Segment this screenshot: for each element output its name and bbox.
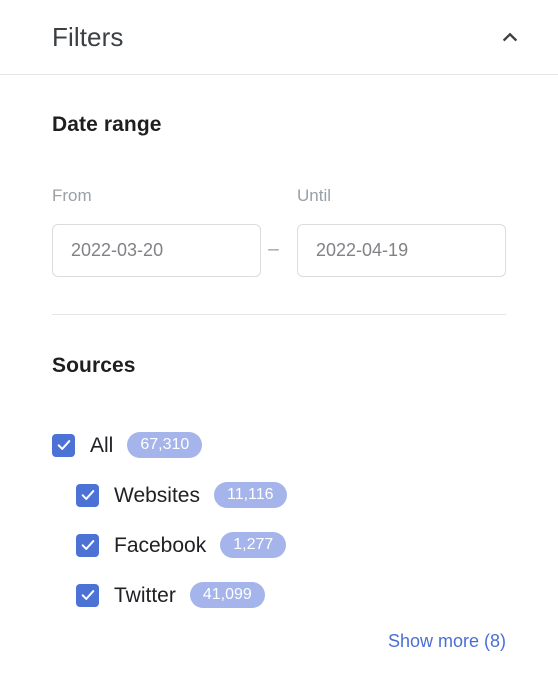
sources-list: All 67,310 Websites 11,116 Facebook 1,27… [0,420,558,620]
chevron-up-icon [499,26,521,48]
source-label-all: All [90,433,114,457]
source-count-facebook: 1,277 [220,532,287,558]
source-row-twitter[interactable]: Twitter 41,099 [0,570,558,620]
show-more-link[interactable]: Show more (8) [388,632,506,650]
filters-panel: Filters Date range From Until 2022-03-20… [0,0,558,690]
checkbox-twitter[interactable] [76,583,99,607]
date-range-heading: Date range [52,113,162,136]
checkbox-websites[interactable] [76,483,99,507]
source-count-twitter: 41,099 [189,582,265,608]
source-row-facebook[interactable]: Facebook 1,277 [0,520,558,570]
date-from-input[interactable]: 2022-03-20 [52,224,261,277]
source-count-all: 67,310 [127,432,203,458]
header-divider [0,74,558,75]
section-divider [52,314,506,315]
checkbox-all[interactable] [52,433,75,457]
source-label-twitter: Twitter [114,583,176,607]
until-field-label: Until [297,186,332,205]
source-label-websites: Websites [114,483,200,507]
source-count-websites: 11,116 [213,482,287,508]
source-label-facebook: Facebook [114,533,207,557]
page-title: Filters [52,22,124,52]
sources-heading: Sources [52,354,136,377]
panel-header: Filters [0,0,558,74]
date-until-input[interactable]: 2022-04-19 [297,224,506,277]
date-range-separator: – [268,239,279,260]
source-row-websites[interactable]: Websites 11,116 [0,470,558,520]
checkbox-facebook[interactable] [76,533,99,557]
from-field-label: From [52,186,92,205]
show-more-container: Show more (8) [0,632,558,650]
collapse-panel-button[interactable] [488,15,532,59]
source-row-all[interactable]: All 67,310 [0,420,558,470]
